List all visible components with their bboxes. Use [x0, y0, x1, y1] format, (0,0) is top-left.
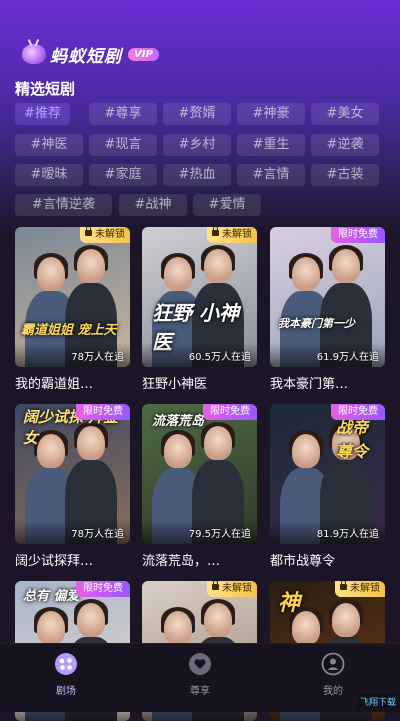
lock-icon — [340, 581, 347, 590]
app-name: 蚂蚁短剧 — [50, 46, 122, 67]
poster-figure-face — [204, 249, 232, 283]
bottom-tab-bar: 剧场 尊享 我的 — [0, 643, 400, 712]
badge-label: 限时免费 — [83, 583, 123, 594]
tab-premium[interactable]: 尊享 — [160, 652, 240, 697]
view-count: 61.9万人在追 — [316, 352, 379, 363]
drama-card[interactable]: 流落荒岛 限时免费 79.5万人在追 — [142, 404, 257, 544]
poster-title-art: 我本豪门第一少 — [278, 317, 355, 330]
poster-figure-face — [77, 603, 105, 637]
tag-chip[interactable]: #重生 — [237, 134, 305, 156]
badge-label: 未解锁 — [350, 583, 380, 594]
tab-label-theater: 剧场 — [56, 686, 76, 697]
locked-badge: 未解锁 — [207, 227, 257, 243]
tag-chip[interactable]: #战神 — [119, 194, 187, 216]
drama-title[interactable]: 我本豪门第… — [270, 373, 385, 392]
view-count: 78万人在追 — [71, 352, 124, 363]
tag-chip[interactable]: #古装 — [311, 164, 379, 186]
tag-chip[interactable]: #暧昧 — [15, 164, 83, 186]
badge-label: 未解锁 — [95, 229, 125, 240]
free-badge: 限时免费 — [331, 227, 385, 243]
tab-theater[interactable]: 剧场 — [26, 652, 106, 697]
badge-label: 未解锁 — [222, 583, 252, 594]
view-count: 78万人在追 — [71, 529, 124, 540]
profile-icon — [321, 652, 345, 676]
drama-card[interactable]: 狂野 小神医 未解锁 60.5万人在追 — [142, 227, 257, 367]
view-count: 81.9万人在追 — [316, 529, 379, 540]
drama-title[interactable]: 狂野小神医 — [142, 373, 257, 392]
poster-figure-face — [204, 603, 232, 637]
locked-badge: 未解锁 — [207, 581, 257, 597]
poster-title-art: 流落荒岛 — [152, 414, 205, 429]
drama-card[interactable]: 我本豪门第一少 限时免费 61.9万人在追 — [270, 227, 385, 367]
tag-chip[interactable]: #逆袭 — [311, 134, 379, 156]
tag-chip[interactable]: #言情逆袭 — [15, 194, 112, 216]
badge-label: 限时免费 — [83, 406, 123, 417]
poster-figure-face — [332, 603, 360, 637]
section-title: 精选短剧 — [15, 80, 76, 98]
tag-chip[interactable]: #神豪 — [237, 103, 305, 125]
tag-chip[interactable]: #爱情 — [193, 194, 261, 216]
poster-title-art: 战帝 尊令 — [336, 418, 369, 461]
drama-card[interactable]: 战帝 尊令 限时免费 81.9万人在追 — [270, 404, 385, 544]
drama-card[interactable]: 阔少试探 拜金女 限时免费 78万人在追 — [15, 404, 130, 544]
theater-icon — [54, 652, 78, 676]
tag-chip[interactable]: #美女 — [311, 103, 379, 125]
drama-title[interactable]: 流落荒岛，… — [142, 550, 257, 569]
poster-figure-face — [164, 434, 192, 468]
badge-label: 限时免费 — [210, 406, 250, 417]
poster-figure-face — [37, 257, 65, 291]
poster-figure-face — [164, 257, 192, 291]
poster-figure-face — [292, 257, 320, 291]
badge-label: 限时免费 — [338, 229, 378, 240]
drama-card[interactable]: 霸道姐姐 宠上天 未解锁 78万人在追 — [15, 227, 130, 367]
tag-chip[interactable]: #乡村 — [163, 134, 231, 156]
poster-figure-face — [77, 249, 105, 283]
poster-figure-face — [204, 426, 232, 460]
tag-chip[interactable]: #言情 — [237, 164, 305, 186]
poster-figure-face — [164, 611, 192, 645]
tag-chip[interactable]: #尊享 — [89, 103, 157, 125]
drama-title[interactable]: 都市战尊令 — [270, 550, 385, 569]
app-logo: 蚂蚁短剧 VIP — [22, 42, 159, 67]
tag-chip[interactable]: #推荐 — [15, 103, 70, 125]
vip-badge[interactable]: VIP — [128, 47, 159, 61]
free-badge: 限时免费 — [331, 404, 385, 420]
poster-title-art: 总有 偏爱 — [23, 589, 80, 604]
tag-chip[interactable]: #家庭 — [89, 164, 157, 186]
ant-logo-icon — [22, 44, 46, 64]
poster-figure-face — [37, 611, 65, 645]
poster-figure-face — [332, 249, 360, 283]
lock-icon — [212, 581, 219, 590]
tag-chip[interactable]: #神医 — [15, 134, 83, 156]
locked-badge: 未解锁 — [80, 227, 130, 243]
lock-icon — [85, 227, 92, 236]
poster-title-art: 神 — [278, 591, 301, 616]
free-badge: 限时免费 — [76, 404, 130, 420]
locked-badge: 未解锁 — [335, 581, 385, 597]
lock-icon — [212, 227, 219, 236]
tag-chip[interactable]: #热血 — [163, 164, 231, 186]
badge-label: 未解锁 — [222, 229, 252, 240]
view-count: 79.5万人在追 — [188, 529, 251, 540]
poster-figure-face — [292, 434, 320, 468]
tab-label-premium: 尊享 — [190, 686, 210, 697]
free-badge: 限时免费 — [203, 404, 257, 420]
free-badge: 限时免费 — [76, 581, 130, 597]
heart-icon — [188, 652, 212, 676]
drama-title[interactable]: 我的霸道姐… — [15, 373, 130, 392]
tag-chip[interactable]: #赘婿 — [163, 103, 231, 125]
tab-profile[interactable]: 我的 — [293, 652, 373, 697]
watermark: 飞翔下载 — [357, 694, 398, 709]
badge-label: 限时免费 — [338, 406, 378, 417]
tag-chip[interactable]: #现言 — [89, 134, 157, 156]
view-count: 60.5万人在追 — [188, 352, 251, 363]
poster-title-art: 霸道姐姐 宠上天 — [21, 323, 117, 338]
drama-title[interactable]: 阔少试探拜… — [15, 550, 130, 569]
